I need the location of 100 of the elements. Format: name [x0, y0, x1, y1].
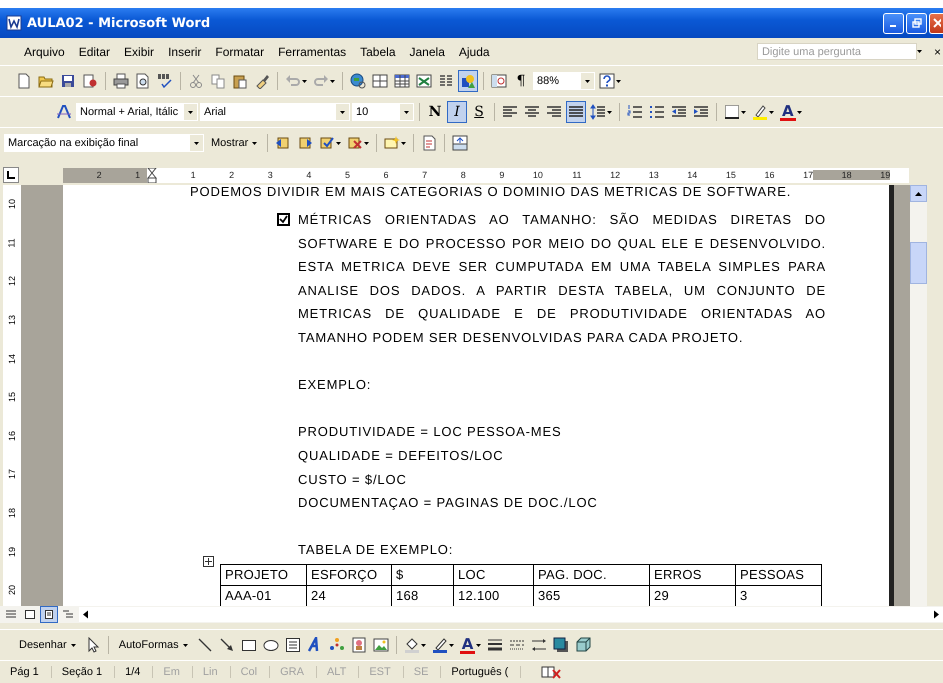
dropdown-caret-icon[interactable]: [340, 110, 345, 114]
line-icon: [196, 637, 213, 653]
dropdown-caret-icon[interactable]: [302, 80, 307, 82]
menu-item[interactable]: Ferramentas: [271, 42, 354, 60]
close-document-button[interactable]: ×: [922, 44, 943, 58]
dropdown-caret-icon[interactable]: [585, 80, 590, 82]
picture-icon: [372, 637, 389, 653]
table-header-cell: ERROS: [650, 564, 736, 586]
book-with-cross-icon: [541, 665, 562, 679]
table-move-handle-icon[interactable]: [203, 556, 214, 567]
status-item: Português (: [441, 666, 522, 678]
spelling-icon: [157, 73, 173, 89]
close-button[interactable]: [929, 12, 943, 34]
menu-item[interactable]: Editar: [72, 42, 118, 60]
format-button[interactable]: S: [469, 101, 489, 123]
menu-button[interactable]: Desenhar: [14, 634, 81, 656]
dropdown-caret-icon[interactable]: [194, 142, 199, 144]
bulleted-list-icon: [649, 104, 665, 120]
horizontal-scrollbar[interactable]: [79, 607, 943, 622]
ruler-number: 19: [852, 170, 890, 180]
next-change-icon: [297, 135, 314, 151]
format-button[interactable]: ¶: [511, 70, 531, 92]
dropdown-caret-icon[interactable]: [741, 110, 746, 114]
numbered-list-icon: [627, 104, 643, 120]
text-line: DOCUMENTAÇAO = PAGINAS DE DOC./LOC: [298, 495, 598, 510]
tab-selector[interactable]: [3, 167, 19, 183]
text-line: CUSTO = $/LOC: [298, 472, 407, 487]
dropdown-caret-icon[interactable]: [448, 644, 454, 646]
combo-field[interactable]: Marcação na exibição final: [4, 134, 204, 152]
menu-item[interactable]: Janela: [402, 42, 452, 60]
ruler-number: 20: [7, 585, 17, 596]
dropdown-caret-icon[interactable]: [420, 644, 426, 646]
ruler-number: 10: [7, 199, 17, 210]
format-button[interactable]: I: [447, 101, 467, 123]
ruler-number: 19: [7, 546, 17, 557]
menu-item[interactable]: Formatar: [208, 42, 272, 60]
menu-item[interactable]: Arquivo: [17, 42, 72, 60]
combo-field[interactable]: Arial: [200, 103, 350, 121]
combo-field[interactable]: 88%: [533, 72, 595, 90]
justify-button[interactable]: [566, 101, 586, 123]
format-button[interactable]: A: [458, 634, 484, 656]
scroll-thumb[interactable]: [910, 242, 927, 284]
dropdown-caret-icon[interactable]: [476, 644, 482, 646]
document-pane-icon: [491, 73, 507, 89]
shapes-button[interactable]: [458, 70, 478, 92]
status-item: Lin: [192, 666, 231, 678]
dropdown-caret-icon[interactable]: [252, 142, 258, 144]
restore-button[interactable]: [906, 12, 927, 34]
indent-marker-icon[interactable]: [147, 168, 157, 182]
menu-button[interactable]: AutoFormas: [114, 634, 193, 656]
menu-item[interactable]: Ajuda: [452, 42, 497, 60]
dropdown-caret-icon[interactable]: [330, 80, 335, 82]
table-header-cell: PROJETO: [220, 564, 306, 586]
menu-item[interactable]: Inserir: [161, 42, 208, 60]
magnified-page-icon: [135, 73, 151, 89]
dropdown-caret-icon[interactable]: [70, 644, 76, 646]
left-tab-icon: [7, 171, 15, 179]
ruler-number: 14: [686, 170, 698, 180]
combo-field[interactable]: Normal + Arial, Itálic: [76, 103, 198, 121]
ruler-number: 1: [190, 170, 196, 180]
dropdown-caret-icon[interactable]: [336, 142, 342, 144]
dropdown-caret-icon[interactable]: [188, 110, 193, 114]
clipboard-icon: [232, 73, 248, 89]
question-field[interactable]: Digite uma pergunta: [756, 43, 917, 60]
menu-button[interactable]: Mostrar: [206, 132, 262, 154]
format-button[interactable]: N: [425, 101, 445, 123]
combo-field[interactable]: 10: [352, 103, 414, 121]
ruler-number: 12: [7, 276, 17, 286]
dropdown-caret-icon[interactable]: [404, 110, 409, 114]
paragraph: MÉTRICAS ORIENTADAS AO TAMANHO: SÃO MEDIDAS DIRETAS DO SOFTWARE E DO PROCESSO POR MEIO DO QUAL ELE E DESENVOLVIDO. ESTA METRICA DEVE SER CUMPUTADA EM UMA TABELA SIMPLES PARA ANALISE DOS DADOS. A PARTIR DESTA TABELA, UM CONJUNTO DE METRICAS DE QUALIDADE E DE PRODUTIVIDADE ORIENTADAS AO TAMANHO PODEM SER DESENVOLVIDAS PARA CADA PROJETO.: [298, 211, 826, 347]
help-icon: [599, 73, 615, 89]
dropdown-caret-icon[interactable]: [616, 80, 621, 82]
minimize-button[interactable]: [883, 12, 904, 34]
table-header-cell: PAG. DOC.: [534, 564, 650, 586]
dropdown-caret-icon[interactable]: [182, 644, 188, 646]
ruler-number: 17: [7, 469, 17, 480]
dropdown-caret-icon[interactable]: [401, 142, 406, 144]
menu-item[interactable]: Tabela: [353, 42, 402, 60]
menu-item[interactable]: Exibir: [117, 42, 162, 60]
rectangle-icon: [240, 637, 257, 653]
ruler-number: 16: [7, 430, 17, 441]
dropdown-caret-icon[interactable]: [607, 110, 612, 114]
ruler-number: 17: [802, 170, 814, 180]
globe-icon: [350, 73, 366, 89]
scroll-up-icon[interactable]: [915, 192, 922, 196]
dropdown-caret-icon[interactable]: [769, 110, 774, 114]
format-button[interactable]: A: [778, 101, 804, 123]
dropdown-caret-icon[interactable]: [796, 110, 802, 114]
ruler-number: 18: [813, 170, 852, 180]
dropdown-caret-icon[interactable]: [916, 50, 922, 53]
vertical-scrollbar[interactable]: [910, 185, 927, 606]
dropdown-caret-icon[interactable]: [364, 142, 370, 144]
tracked-page-icon: [421, 135, 438, 151]
spreadsheet-icon: [416, 73, 432, 89]
ruler-number: 18: [7, 508, 17, 518]
ruler-number: 9: [498, 170, 504, 180]
print-view-icon[interactable]: [40, 606, 58, 623]
ruler-number: 14: [7, 354, 17, 364]
scissors-icon: [188, 73, 204, 89]
status-item: GRA: [270, 666, 317, 678]
